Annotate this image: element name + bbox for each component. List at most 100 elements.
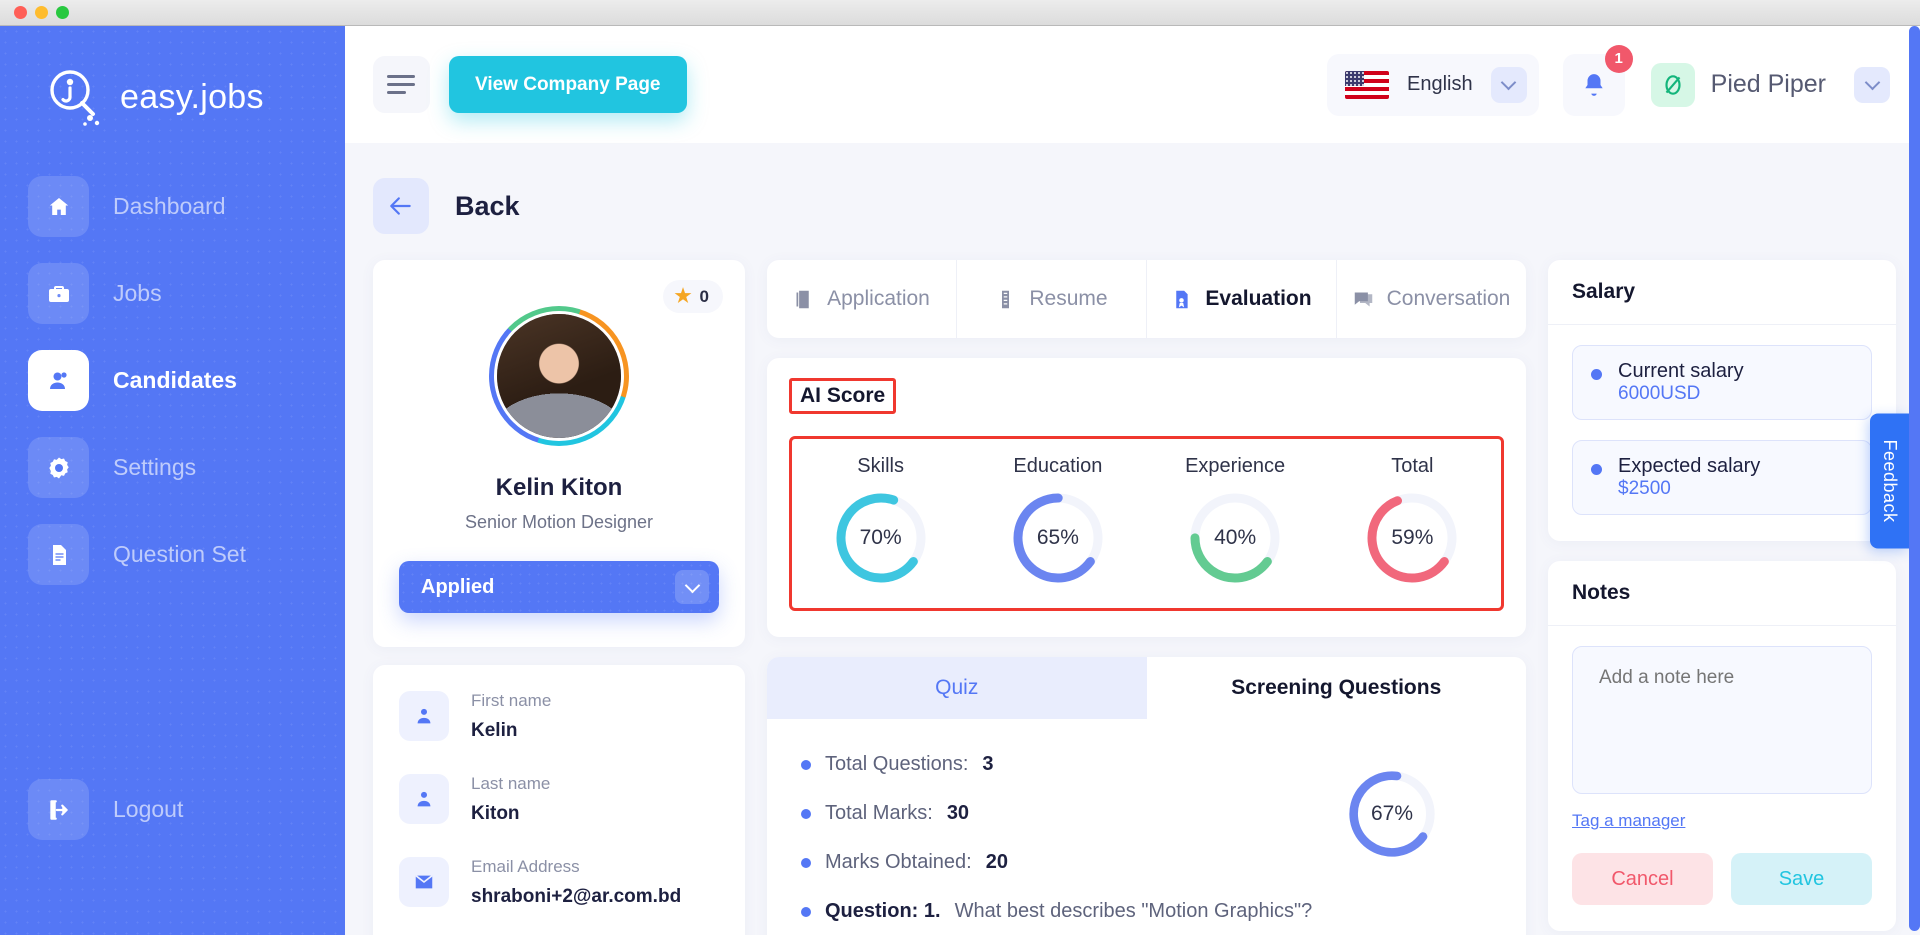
stat-value: 3 (982, 753, 994, 775)
candidate-column: ★ 0 Kelin Kiton Senior Motion Designer A… (373, 260, 745, 935)
company-name: Pied Piper (1710, 70, 1826, 98)
arrow-left-icon (390, 197, 411, 215)
detail-tabs: Application Resume Evaluation Conversati… (767, 260, 1526, 338)
gauge-value: 65% (1036, 526, 1079, 549)
application-status-dropdown[interactable]: Applied (399, 561, 719, 613)
tab-label: Application (827, 287, 930, 310)
bullet-icon (801, 906, 811, 917)
sidebar-item-question-set[interactable]: Question Set (0, 524, 345, 585)
scrollbar-thumb[interactable] (1909, 26, 1920, 931)
info-value: shraboni+2@ar.com.bd (471, 886, 682, 907)
window-close-button[interactable] (14, 6, 27, 19)
gauge-value: 67% (1370, 801, 1414, 825)
detail-column: Application Resume Evaluation Conversati… (767, 260, 1526, 935)
window-title-bar (0, 0, 1920, 26)
side-panel-column: Salary Current salary 6000USD Expected s… (1548, 260, 1896, 935)
quiz-tabs: Quiz Screening Questions (767, 657, 1526, 719)
window-maximize-button[interactable] (56, 6, 69, 19)
page-scrollbar[interactable] (1909, 26, 1920, 935)
salary-label: Current salary (1618, 360, 1744, 382)
quiz-stats: Total Questions: 3 Total Marks: 30 Marks… (801, 753, 1292, 874)
star-rating-badge[interactable]: ★ 0 (663, 280, 723, 313)
cancel-button[interactable]: Cancel (1572, 853, 1713, 905)
question-text: What best describes "Motion Graphics"? (954, 900, 1313, 922)
gauge-label: Education (1013, 455, 1103, 477)
sidebar-item-dashboard[interactable]: Dashboard (0, 176, 345, 237)
sidebar-item-label: Dashboard (113, 193, 226, 219)
chevron-down-icon[interactable] (1854, 66, 1890, 103)
tab-evaluation[interactable]: Evaluation (1147, 260, 1337, 338)
topbar: View Company Page English 1 Pied Piper (345, 26, 1920, 143)
notifications-button[interactable]: 1 (1562, 44, 1633, 116)
star-icon: ★ (674, 286, 692, 307)
gauge-ring: 67% (1346, 768, 1438, 860)
candidate-name: Kelin Kiton (495, 474, 623, 501)
stat-label: Total Questions: (825, 753, 969, 775)
sidebar-item-settings[interactable]: Settings (0, 437, 345, 498)
gauge-ring: 40% (1187, 490, 1283, 586)
sidebar-nav: Dashboard Jobs Candidates Settings Quest… (0, 176, 345, 585)
sidebar-item-logout[interactable]: Logout (0, 779, 345, 840)
tab-label: Conversation (1386, 287, 1511, 310)
tab-resume[interactable]: Resume (957, 260, 1147, 338)
star-count: 0 (699, 286, 709, 306)
tab-label: Resume (1029, 287, 1108, 310)
bell-icon (1584, 73, 1603, 96)
user-icon (399, 774, 449, 824)
tab-quiz[interactable]: Quiz (767, 657, 1147, 719)
bullet-icon (1591, 369, 1602, 380)
salary-value: 6000USD (1618, 383, 1701, 404)
info-label: Email Address (471, 857, 580, 876)
stat-value: 30 (946, 802, 970, 824)
notification-badge: 1 (1604, 44, 1633, 73)
salary-title: Salary (1548, 260, 1896, 325)
gauge-skills: Skills 70% (792, 455, 969, 586)
tag-a-manager-link[interactable]: Tag a manager (1572, 811, 1685, 831)
quiz-question: Question: 1. What best describes "Motion… (801, 900, 1492, 923)
ai-score-title-highlight: AI Score (789, 378, 897, 414)
info-value: Kiton (471, 803, 520, 824)
sidebar-item-label: Logout (113, 796, 184, 822)
salary-value: $2500 (1618, 478, 1671, 499)
stat-label: Total Marks: (825, 802, 933, 824)
tab-screening-questions[interactable]: Screening Questions (1146, 657, 1526, 719)
gauge-total: Total 59% (1324, 455, 1501, 586)
tab-conversation[interactable]: Conversation (1337, 260, 1526, 338)
chevron-down-icon[interactable] (675, 570, 709, 604)
sidebar-item-label: Candidates (113, 367, 237, 393)
tab-application[interactable]: Application (767, 260, 957, 338)
ai-score-gauges: Skills 70% Education 65% Experience 40% … (789, 436, 1504, 611)
feedback-tab[interactable]: Feedback (1870, 412, 1909, 549)
menu-toggle-icon[interactable] (373, 56, 430, 113)
window-minimize-button[interactable] (35, 6, 48, 19)
sidebar-item-label: Question Set (113, 541, 246, 567)
view-company-page-button[interactable]: View Company Page (449, 56, 687, 113)
sidebar-item-candidates[interactable]: Candidates (0, 350, 345, 411)
chevron-down-icon[interactable] (1490, 66, 1527, 103)
question-prefix: Question: 1. (825, 900, 941, 922)
sidebar-item-jobs[interactable]: Jobs (0, 263, 345, 324)
candidate-info-card: First name Kelin Last name Kiton Email A… (373, 665, 745, 935)
user-icon (28, 350, 89, 411)
back-button[interactable] (373, 178, 429, 234)
avatar-ring (489, 306, 629, 446)
sidebar: easy.jobs Dashboard Jobs Candidates Sett… (0, 26, 345, 935)
quiz-question-block: Question: 1. What best describes "Motion… (767, 874, 1526, 935)
home-icon (28, 176, 89, 237)
note-input[interactable] (1572, 646, 1872, 794)
stat-value: 20 (985, 851, 1008, 873)
quiz-summary: Total Questions: 3 Total Marks: 30 Marks… (767, 719, 1526, 874)
gauge-label: Skills (857, 455, 904, 477)
page-title: Back (455, 190, 520, 221)
save-button[interactable]: Save (1731, 853, 1872, 905)
brand[interactable]: easy.jobs (0, 26, 345, 128)
gauge-label: Experience (1185, 455, 1286, 477)
gauge-education: Education 65% (969, 455, 1146, 586)
language-selector[interactable]: English (1327, 53, 1539, 116)
gauge-ring: 59% (1364, 490, 1460, 586)
company-selector[interactable]: Pied Piper (1650, 62, 1890, 107)
info-row: First name Kelin (399, 691, 719, 742)
company-logo-icon (1650, 62, 1695, 107)
tab-label: Evaluation (1205, 287, 1312, 310)
ai-score-card: AI Score Skills 70% Education 65% Experi… (767, 358, 1526, 637)
